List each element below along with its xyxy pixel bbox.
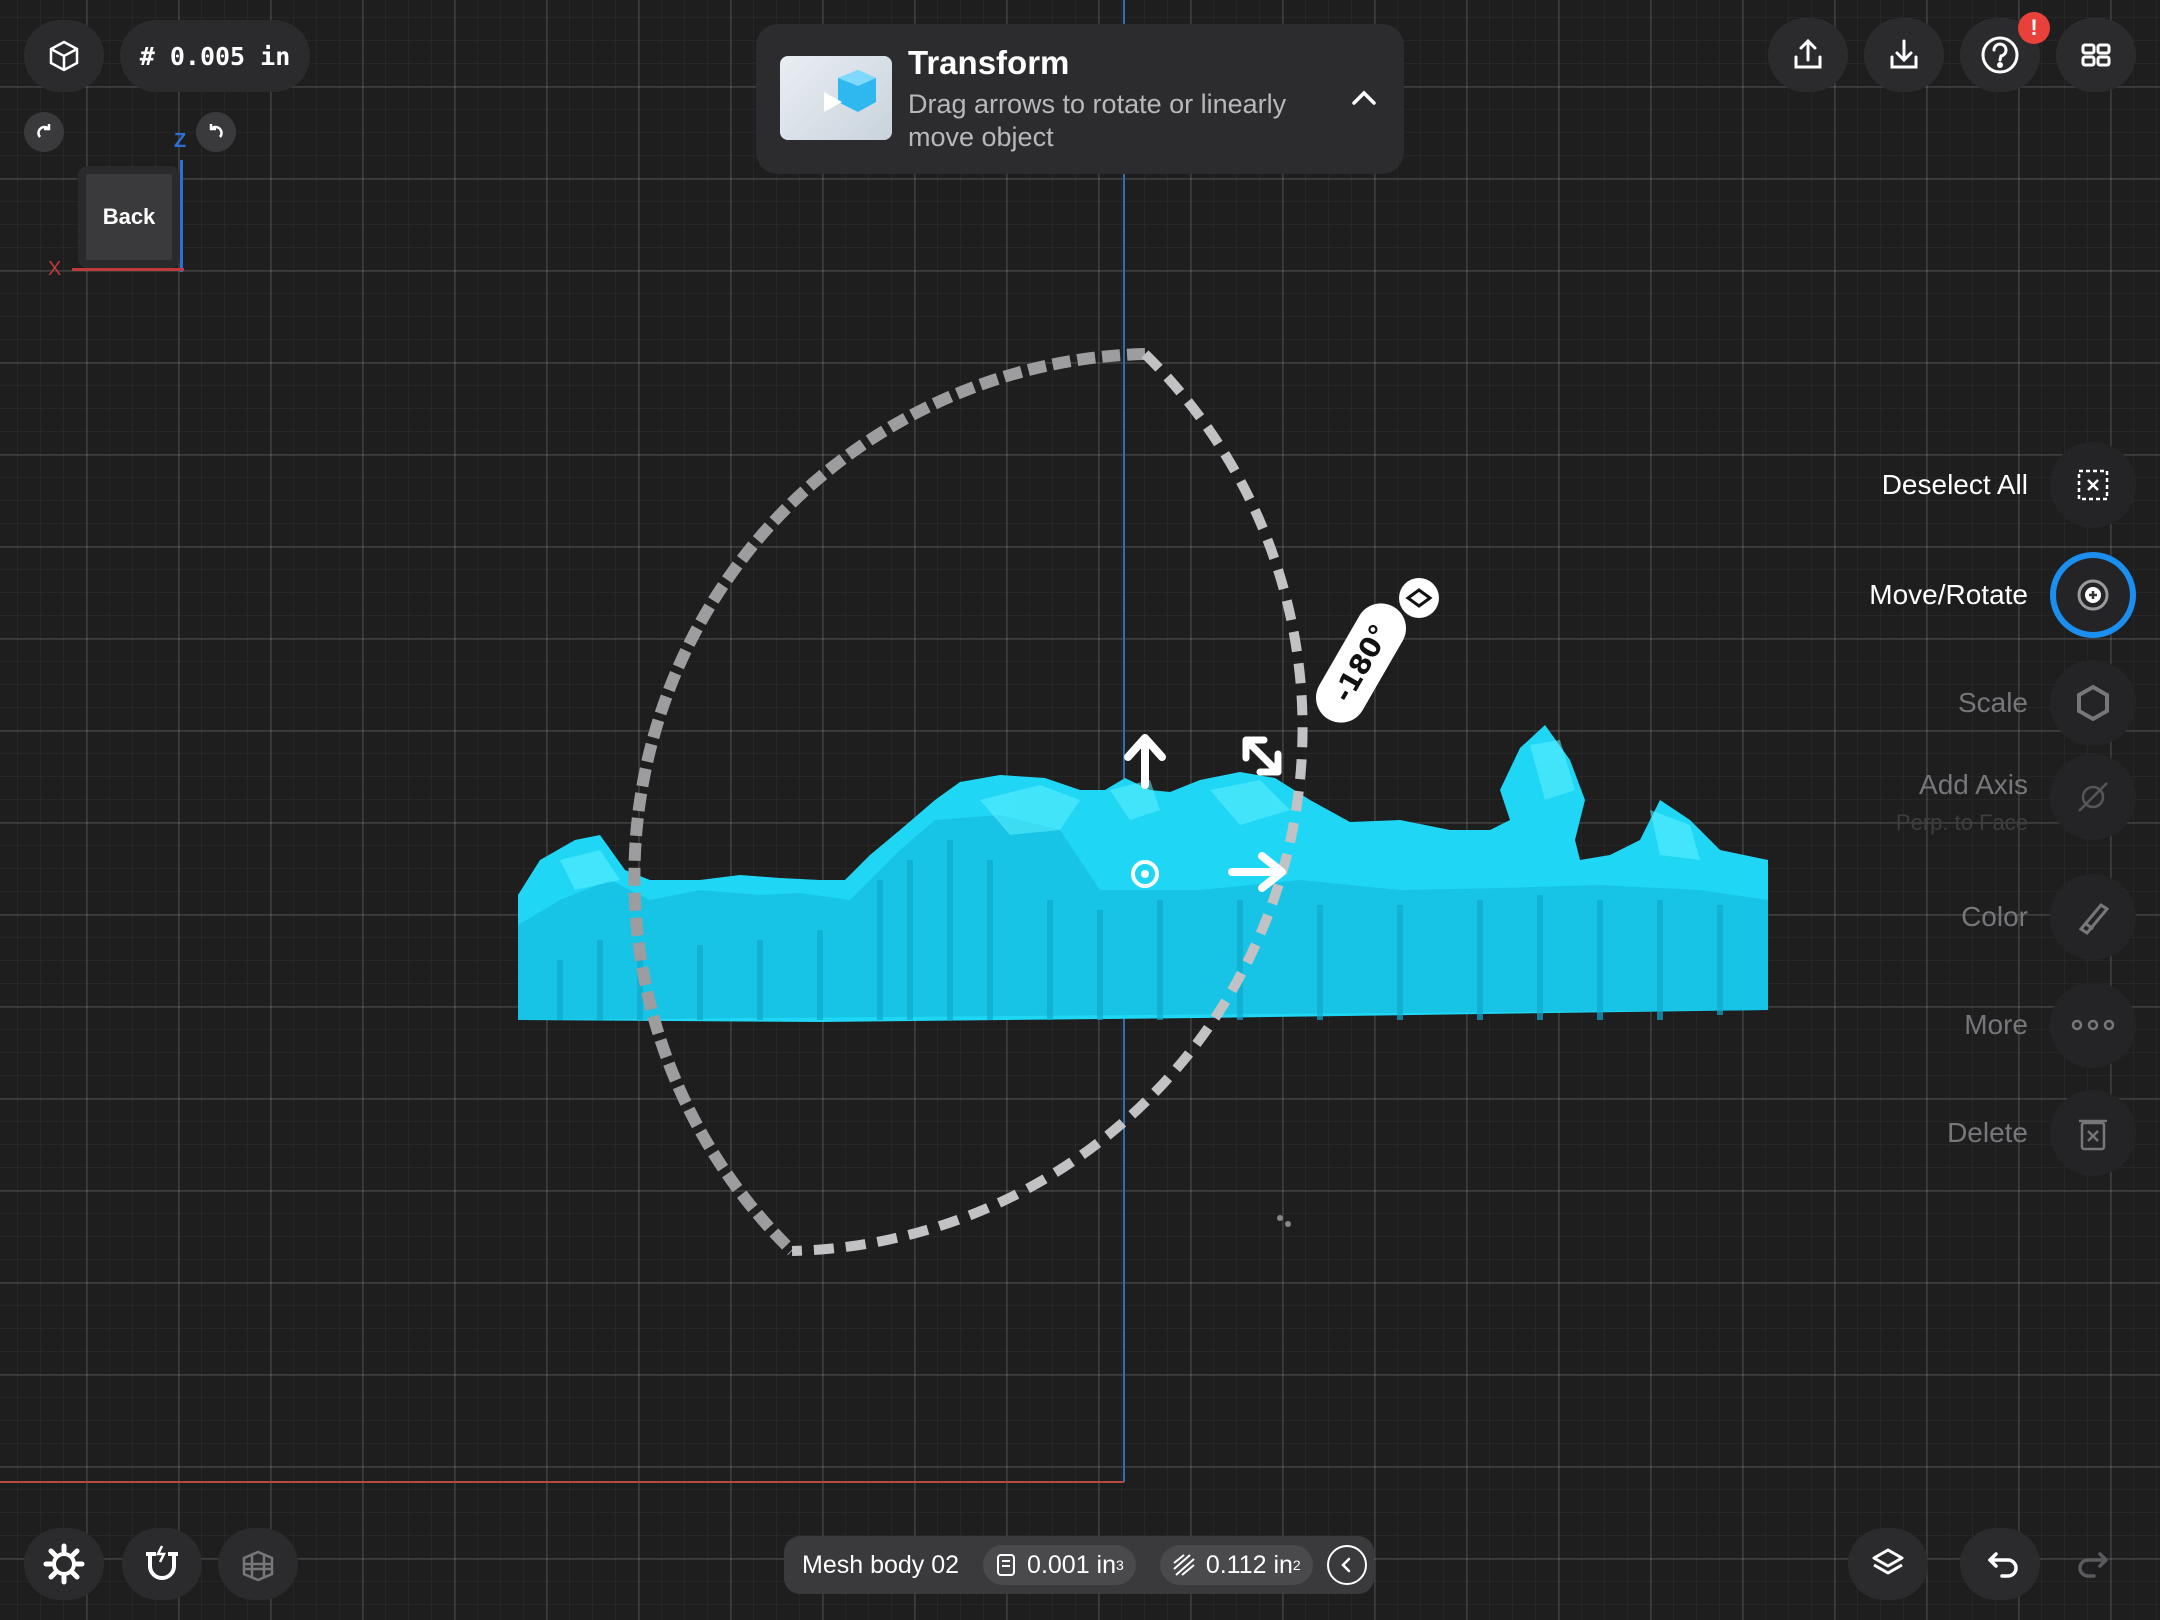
more-button[interactable]	[2050, 982, 2136, 1068]
redo-arrow-icon	[2078, 1552, 2108, 1578]
volume-chip: 0.001 in 3	[983, 1545, 1136, 1585]
scale-icon	[2077, 684, 2109, 722]
notification-badge: !	[2018, 12, 2050, 44]
deselect-all-label: Deselect All	[1881, 469, 2028, 500]
menu-move-rotate[interactable]: Move/Rotate	[1760, 550, 2160, 640]
area-icon	[1173, 1554, 1195, 1576]
viewcube-axis-z-line	[180, 160, 183, 272]
menu-deselect-all[interactable]: Deselect All	[1760, 440, 2160, 530]
move-arrow-up[interactable]	[1124, 734, 1166, 789]
menu-scale[interactable]: Scale	[1760, 658, 2160, 748]
deselect-icon	[2077, 469, 2109, 501]
cube-icon	[49, 40, 79, 72]
move-arrow-diagonal[interactable]	[1242, 736, 1282, 776]
layers-icon	[1872, 1548, 1904, 1575]
scale-button[interactable]	[2050, 660, 2136, 746]
banner-subtitle: Drag arrows to rotate or linearly move o…	[908, 89, 1287, 152]
export-button[interactable]	[1768, 18, 1848, 92]
apps-button[interactable]	[2056, 18, 2136, 92]
layers-button[interactable]	[1848, 1528, 1928, 1600]
settings-icon	[43, 1543, 85, 1585]
undo-icon	[209, 124, 223, 138]
color-icon	[2078, 903, 2110, 935]
view-mode-button[interactable]	[24, 20, 104, 92]
grid-icon	[2081, 43, 2111, 67]
menu-delete[interactable]: Delete	[1760, 1088, 2160, 1178]
delete-button[interactable]	[2050, 1090, 2136, 1176]
menu-more[interactable]: More	[1760, 980, 2160, 1070]
axis-z-label: Z	[174, 130, 187, 152]
deselect-button[interactable]	[2050, 442, 2136, 528]
menu-add-axis[interactable]: Add Axis Perp. to Face	[1760, 752, 2160, 842]
magnet-icon	[146, 1545, 178, 1580]
more-icon	[2071, 1019, 2115, 1031]
area-value: 0.112 in	[1205, 1550, 1293, 1579]
volume-value: 0.001 in	[1027, 1550, 1117, 1579]
axis-x-label: X	[48, 258, 62, 280]
layers-grid-icon	[242, 1550, 274, 1582]
snap-button[interactable]	[122, 1528, 202, 1600]
move-rotate-icon	[2077, 579, 2109, 611]
redo-view-button[interactable]	[24, 112, 64, 152]
move-rotate-button[interactable]	[2050, 552, 2136, 638]
chevron-left-icon	[1340, 1557, 1350, 1573]
settings-button[interactable]	[24, 1528, 104, 1600]
increment-value: # 0.005 in	[139, 41, 291, 71]
area-chip: 0.112 in 2	[1159, 1545, 1313, 1585]
redo-icon	[37, 124, 51, 138]
color-button[interactable]	[2050, 874, 2136, 960]
download-icon	[1890, 39, 1918, 69]
import-button[interactable]	[1864, 18, 1944, 92]
redo-button[interactable]	[2056, 1528, 2136, 1600]
mesh-name: Mesh body 02	[802, 1550, 960, 1579]
delete-icon	[2079, 1119, 2107, 1151]
volume-icon	[997, 1554, 1016, 1576]
scale-label: Scale	[1957, 687, 2028, 718]
undo-view-button[interactable]	[196, 112, 236, 152]
undo-button[interactable]	[1960, 1528, 2040, 1600]
viewcube-axis-x-line	[72, 268, 184, 271]
add-axis-icon	[2078, 782, 2108, 812]
selection-status-bar[interactable]: Mesh body 02 0.001 in 3 0.112 in 2	[784, 1536, 1374, 1594]
add-axis-button[interactable]	[2050, 754, 2136, 840]
area-exponent: 2	[1292, 1557, 1301, 1573]
rotation-handle-icon[interactable]	[1399, 578, 1439, 618]
section-view-button[interactable]	[218, 1528, 298, 1600]
viewcube[interactable]: Back	[78, 166, 180, 268]
menu-color[interactable]: Color	[1760, 872, 2160, 962]
move-rotate-label: Move/Rotate	[1869, 579, 2028, 610]
share-icon	[1794, 38, 1822, 69]
collapse-status-button[interactable]	[1326, 1545, 1367, 1585]
color-label: Color	[1961, 901, 2028, 932]
more-label: More	[1964, 1009, 2028, 1040]
transform-banner[interactable]: Transform Drag arrows to rotate or linea…	[756, 24, 1404, 174]
add-axis-sublabel: Perp. to Face	[1895, 810, 2028, 835]
help-icon	[1981, 36, 2019, 74]
increment-pill[interactable]: # 0.005 in	[120, 20, 310, 92]
viewcube-face-label: Back	[102, 204, 156, 229]
banner-title: Transform	[908, 44, 1070, 81]
transform-thumbnail	[780, 56, 892, 140]
undo-arrow-icon	[1988, 1552, 2018, 1578]
volume-exponent: 3	[1116, 1557, 1124, 1573]
chevron-up-icon[interactable]	[1342, 76, 1386, 120]
delete-label: Delete	[1947, 1117, 2028, 1148]
